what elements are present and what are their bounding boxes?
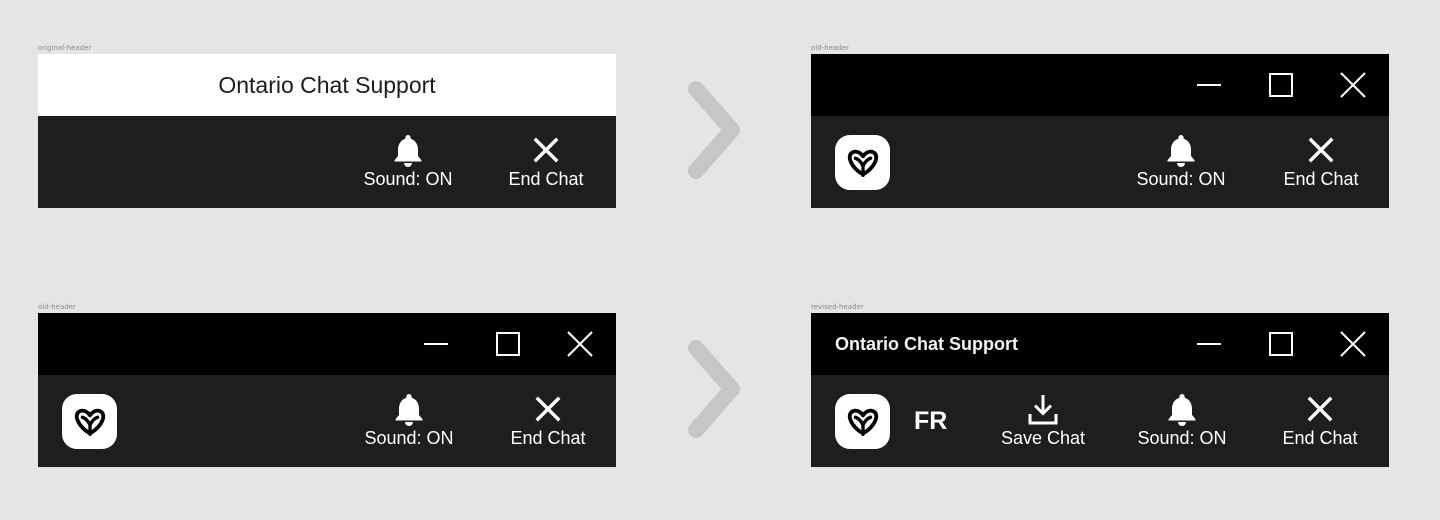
window-controls — [400, 313, 616, 375]
save-chat-button[interactable]: Save Chat — [997, 375, 1089, 467]
chevron-right-icon — [688, 81, 740, 179]
frame-label: revised-header — [811, 303, 864, 311]
bell-icon — [1165, 133, 1197, 167]
minimize-button[interactable] — [1173, 313, 1245, 375]
sound-label: Sound: ON — [1136, 169, 1226, 189]
maximize-icon — [1268, 331, 1294, 357]
frame-label: old-header — [38, 303, 76, 311]
end-chat-button[interactable]: End Chat — [507, 375, 589, 467]
sound-toggle-button[interactable]: Sound: ON — [361, 375, 457, 467]
trillium-icon — [844, 403, 882, 441]
sound-label: Sound: ON — [1137, 428, 1227, 448]
close-icon — [533, 392, 563, 426]
minimize-icon — [1196, 72, 1222, 98]
window-controls — [1173, 54, 1389, 116]
end-chat-button[interactable]: End Chat — [505, 116, 587, 208]
old-header-frame: old-header Sound: ON End Chat — [811, 44, 1389, 208]
minimize-button[interactable] — [1173, 54, 1245, 116]
chevron-right-icon — [688, 340, 740, 438]
window-close-icon — [1340, 72, 1366, 98]
window-title: Ontario Chat Support — [218, 71, 436, 98]
trillium-icon — [844, 144, 882, 182]
old-header-frame: old-header Sound: ON End Chat — [38, 303, 616, 467]
end-chat-label: End Chat — [510, 428, 586, 448]
sound-toggle-button[interactable]: Sound: ON — [1134, 375, 1230, 467]
end-chat-label: End Chat — [1283, 169, 1359, 189]
chat-toolbar: Sound: ON End Chat — [811, 116, 1389, 208]
save-chat-label: Save Chat — [1000, 428, 1086, 448]
revised-header-frame: revised-header Ontario Chat Support FR S… — [811, 303, 1389, 467]
chat-toolbar: Sound: ON End Chat — [38, 116, 616, 208]
maximize-icon — [495, 331, 521, 357]
chat-toolbar: FR Save Chat Sound: ON End Chat — [811, 375, 1389, 467]
maximize-button[interactable] — [1245, 54, 1317, 116]
end-chat-button[interactable]: End Chat — [1281, 116, 1361, 208]
window-controls — [1173, 313, 1389, 375]
maximize-button[interactable] — [472, 313, 544, 375]
minimize-icon — [423, 331, 449, 357]
window-close-button[interactable] — [1317, 54, 1389, 116]
bell-icon — [1166, 392, 1198, 426]
sound-label: Sound: ON — [363, 169, 453, 189]
close-icon — [1306, 133, 1336, 167]
download-icon — [1027, 392, 1059, 426]
chat-toolbar: Sound: ON End Chat — [38, 375, 616, 467]
sound-toggle-button[interactable]: Sound: ON — [1134, 116, 1228, 208]
trillium-icon — [71, 403, 109, 441]
titlebar: Ontario Chat Support — [38, 54, 616, 116]
maximize-button[interactable] — [1245, 313, 1317, 375]
window-close-button[interactable] — [544, 313, 616, 375]
window-close-icon — [567, 331, 593, 357]
close-icon — [531, 133, 561, 167]
end-chat-button[interactable]: End Chat — [1279, 375, 1361, 467]
maximize-icon — [1268, 72, 1294, 98]
titlebar: Ontario Chat Support — [811, 313, 1389, 375]
titlebar — [811, 54, 1389, 116]
original-header-frame: original-header Ontario Chat Support Sou… — [38, 44, 616, 208]
ontario-logo[interactable] — [62, 394, 117, 449]
sound-toggle-button[interactable]: Sound: ON — [361, 116, 455, 208]
end-chat-label: End Chat — [508, 169, 584, 189]
minimize-icon — [1196, 331, 1222, 357]
ontario-logo[interactable] — [835, 394, 890, 449]
frame-label: original-header — [38, 44, 92, 52]
sound-label: Sound: ON — [364, 428, 454, 448]
bell-icon — [393, 392, 425, 426]
window-close-icon — [1340, 331, 1366, 357]
language-toggle-button[interactable]: FR — [914, 375, 947, 467]
ontario-logo[interactable] — [835, 135, 890, 190]
window-close-button[interactable] — [1317, 313, 1389, 375]
frame-label: old-header — [811, 44, 849, 52]
titlebar — [38, 313, 616, 375]
window-title: Ontario Chat Support — [835, 333, 1018, 354]
close-icon — [1305, 392, 1335, 426]
minimize-button[interactable] — [400, 313, 472, 375]
end-chat-label: End Chat — [1282, 428, 1358, 448]
bell-icon — [392, 133, 424, 167]
